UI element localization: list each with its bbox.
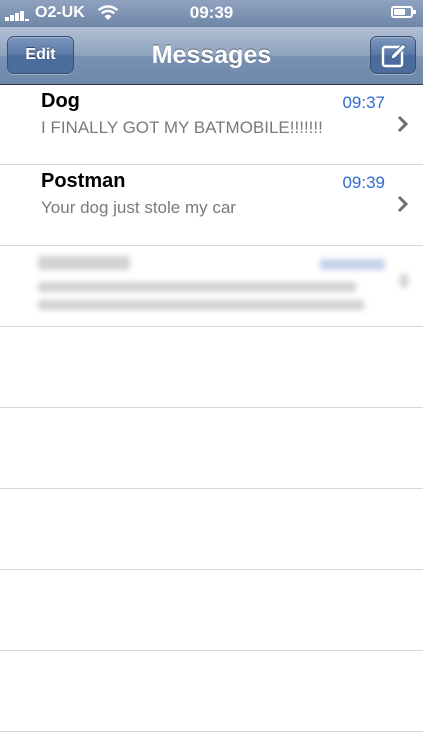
sender-name: Postman xyxy=(41,170,126,192)
compose-icon xyxy=(381,43,407,68)
chevron-right-icon xyxy=(397,115,409,133)
empty-list-row xyxy=(0,408,423,489)
status-bar: O2-UK 09:39 xyxy=(0,0,423,27)
chevron-right-icon xyxy=(397,195,409,213)
redacted-chevron xyxy=(400,274,408,288)
messages-screen: O2-UK 09:39 Messages Edit Dog 09:37 I FI… xyxy=(0,0,423,750)
sender-name: Dog xyxy=(41,90,80,112)
empty-list-row xyxy=(0,327,423,408)
empty-list-row xyxy=(0,570,423,651)
conversation-row-dog[interactable]: Dog 09:37 I FINALLY GOT MY BATMOBILE!!!!… xyxy=(0,85,423,165)
empty-list-row xyxy=(0,489,423,570)
message-preview: Your dog just stole my car xyxy=(41,198,236,217)
message-time: 09:39 xyxy=(342,173,385,192)
redacted-time xyxy=(320,259,385,270)
empty-list-row xyxy=(0,651,423,732)
conversation-row-postman[interactable]: Postman 09:39 Your dog just stole my car xyxy=(0,165,423,246)
status-time: 09:39 xyxy=(189,3,234,22)
redacted-preview-line-2 xyxy=(38,300,364,310)
conversation-list: Dog 09:37 I FINALLY GOT MY BATMOBILE!!!!… xyxy=(0,85,423,732)
message-time: 09:37 xyxy=(342,93,385,112)
redacted-preview-line-1 xyxy=(38,282,356,292)
battery-icon xyxy=(391,6,416,18)
navigation-bar: Messages Edit xyxy=(0,27,423,85)
message-preview: I FINALLY GOT MY BATMOBILE!!!!!!! xyxy=(41,118,323,137)
conversation-row-redacted[interactable] xyxy=(0,246,423,327)
edit-button[interactable]: Edit xyxy=(7,36,74,74)
redacted-sender xyxy=(38,256,130,270)
compose-button[interactable] xyxy=(370,36,416,74)
